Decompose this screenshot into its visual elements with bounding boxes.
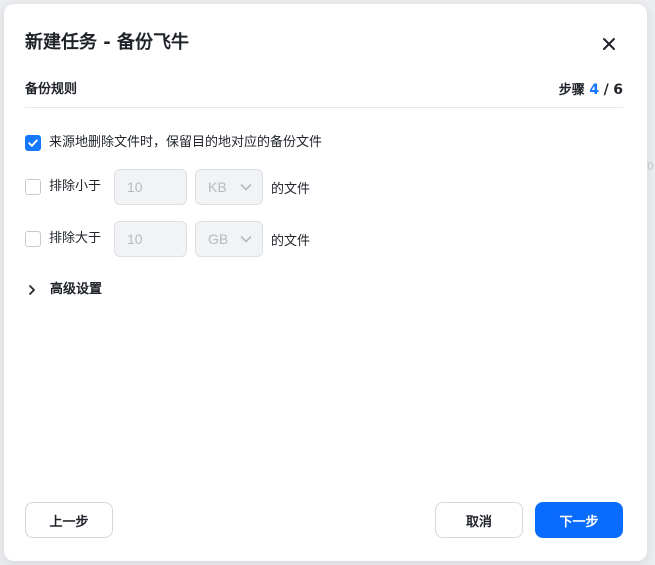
chevron-down-icon [240, 236, 252, 243]
previous-step-button[interactable]: 上一步 [25, 502, 113, 538]
step-current: 4 [589, 82, 600, 98]
step-separator: / [603, 82, 609, 98]
dialog-header: 新建任务 - 备份飞牛 [25, 30, 627, 58]
rule-exclude-larger: 排除大于 10 GB 的文件 [25, 221, 310, 257]
section-header: 备份规则 步骤 4 / 6 [25, 80, 623, 108]
keep-deleted-checkbox[interactable] [25, 135, 41, 151]
advanced-settings-label: 高级设置 [50, 282, 103, 297]
exclude-larger-label: 排除大于 [49, 231, 102, 246]
chevron-down-icon [240, 184, 252, 191]
close-icon [603, 38, 615, 50]
rule-exclude-smaller: 排除小于 10 KB 的文件 [25, 169, 310, 205]
next-step-button[interactable]: 下一步 [535, 502, 623, 538]
exclude-larger-size-input[interactable]: 10 [114, 221, 187, 257]
rule-keep-deleted: 来源地删除文件时，保留目的地对应的备份文件 [25, 134, 322, 152]
backdrop-fragment: 0 [647, 160, 654, 173]
exclude-larger-unit-select[interactable]: GB [195, 221, 263, 257]
new-task-dialog: 新建任务 - 备份飞牛 备份规则 步骤 4 / 6 来源地删除文件时，保留目的地… [4, 4, 647, 561]
exclude-smaller-size-input[interactable]: 10 [114, 169, 187, 205]
step-label: 步骤 [558, 83, 585, 98]
advanced-settings-toggle[interactable]: 高级设置 [28, 280, 102, 300]
exclude-smaller-unit-value: KB [208, 179, 227, 195]
check-icon [28, 139, 38, 147]
exclude-larger-checkbox[interactable] [25, 231, 41, 247]
dialog-title: 新建任务 - 备份飞牛 [25, 32, 190, 53]
keep-deleted-label: 来源地删除文件时，保留目的地对应的备份文件 [49, 135, 323, 150]
exclude-smaller-label: 排除小于 [49, 179, 102, 194]
exclude-smaller-unit-select[interactable]: KB [195, 169, 263, 205]
exclude-smaller-suffix: 的文件 [271, 181, 311, 197]
exclude-smaller-checkbox[interactable] [25, 179, 41, 195]
step-total: 6 [613, 82, 623, 98]
section-title: 备份规则 [25, 82, 78, 97]
step-indicator: 步骤 4 / 6 [559, 80, 623, 101]
chevron-right-icon [29, 285, 35, 295]
cancel-button[interactable]: 取消 [435, 502, 523, 538]
exclude-larger-suffix: 的文件 [271, 233, 311, 249]
exclude-larger-unit-value: GB [208, 231, 229, 247]
close-button[interactable] [597, 32, 621, 56]
